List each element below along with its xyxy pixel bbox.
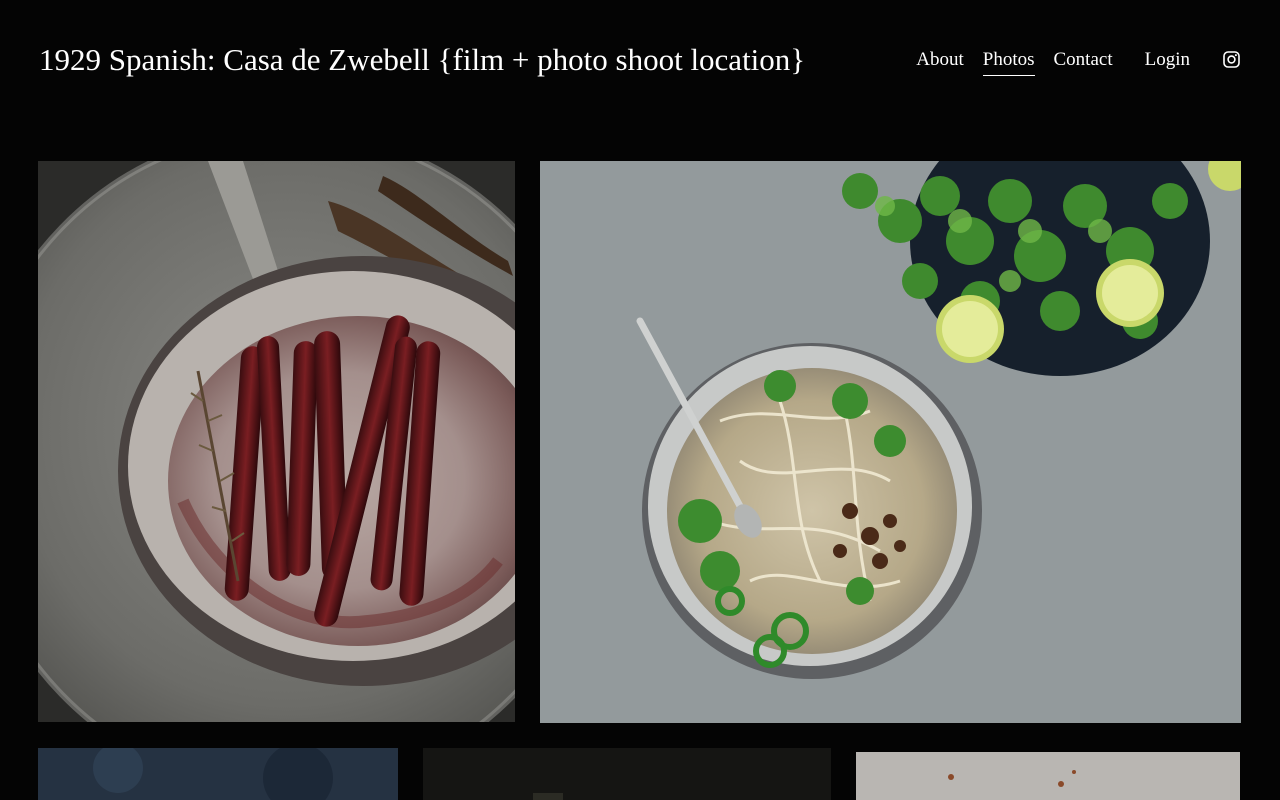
site-title[interactable]: 1929 Spanish: Casa de Zwebell {film + ph… — [39, 40, 805, 80]
gallery-image-dark-scene[interactable] — [423, 748, 831, 800]
gallery-image-pho[interactable] — [540, 161, 1241, 723]
gallery-image-carrots[interactable] — [38, 161, 515, 722]
nav-photos[interactable]: Photos — [982, 47, 1035, 76]
nav-login[interactable]: Login — [1145, 47, 1190, 73]
nav-about[interactable]: About — [916, 47, 964, 73]
nav-contact[interactable]: Contact — [1054, 47, 1113, 73]
gallery-image-light-grey[interactable] — [856, 752, 1240, 800]
main-nav: About Photos Contact Login — [916, 47, 1240, 76]
instagram-icon[interactable] — [1223, 51, 1240, 68]
gallery-image-dark-blue[interactable] — [38, 748, 398, 800]
